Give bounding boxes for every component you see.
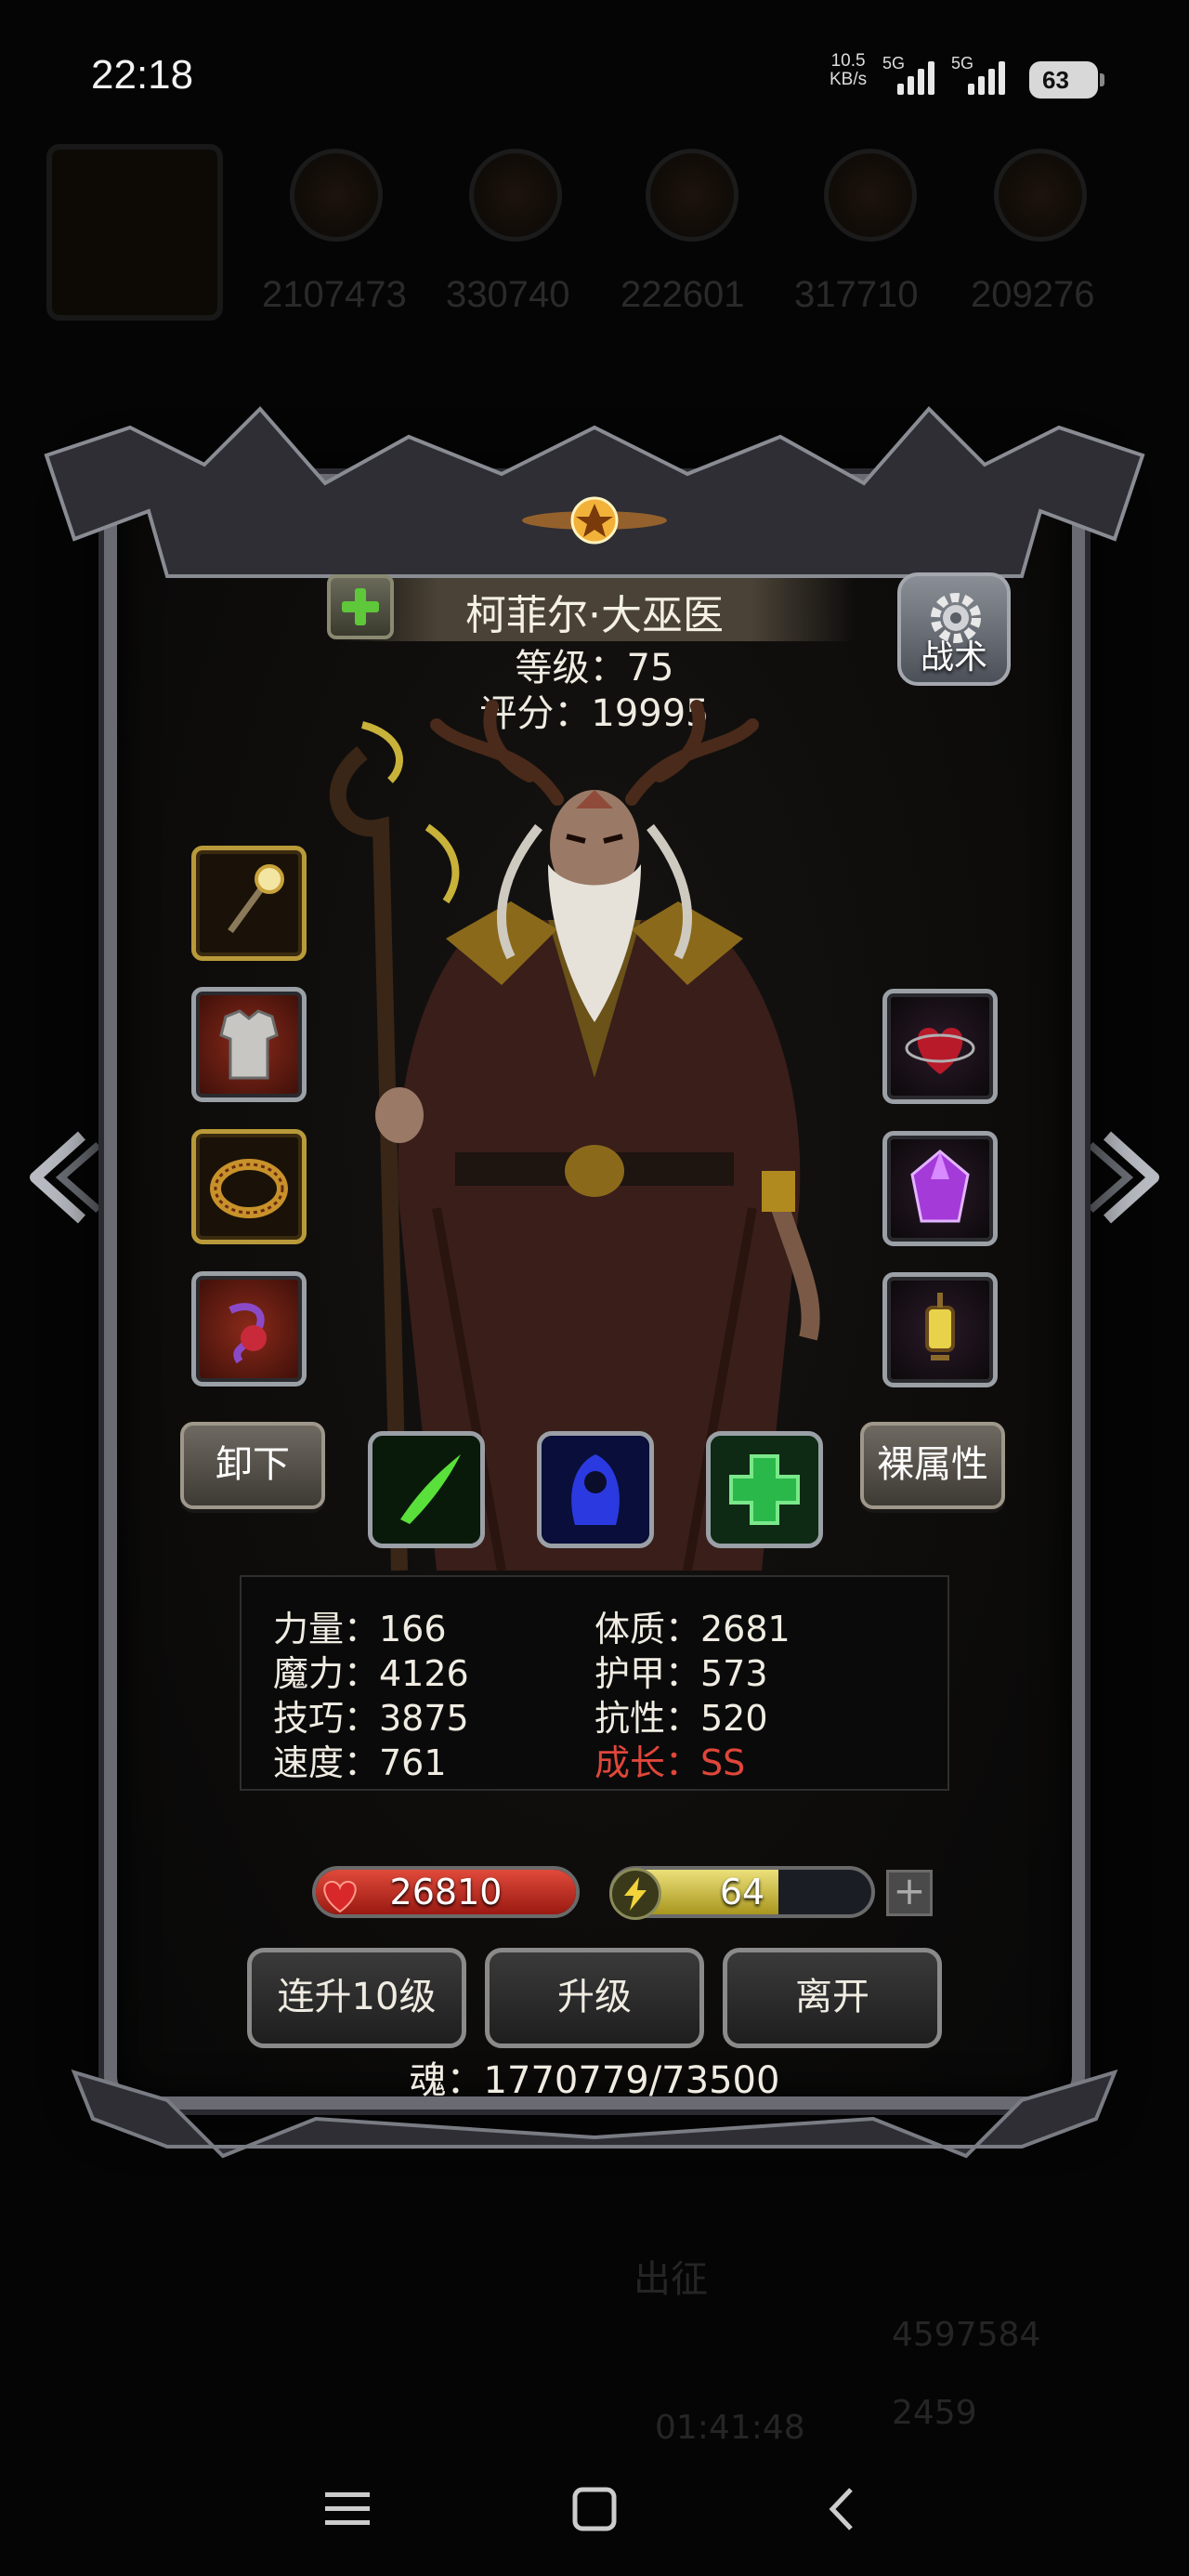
tactics-label: 战术 <box>920 638 987 677</box>
amulet-icon <box>229 1303 267 1364</box>
ring-icon <box>210 1159 288 1218</box>
menu-icon[interactable] <box>310 2472 385 2546</box>
stat-strength: 力量：166 <box>273 1609 447 1649</box>
green-slash-icon <box>372 1436 480 1544</box>
staff-icon <box>228 864 284 934</box>
heart-icon <box>314 1868 366 1920</box>
previous-hero-arrow-icon[interactable] <box>17 1126 100 1229</box>
armor-icon <box>219 1009 279 1080</box>
resource-5-icon <box>994 149 1087 242</box>
purple-crystal-icon <box>910 1150 970 1223</box>
resource-1-icon <box>290 149 383 242</box>
equipment-slot-amulet[interactable] <box>191 1271 307 1387</box>
equipment-slot-ring[interactable] <box>191 1129 307 1244</box>
lantern-icon <box>925 1293 955 1360</box>
stat-skill: 技巧：3875 <box>273 1698 469 1739</box>
skill-slot-2[interactable] <box>537 1431 654 1548</box>
stat-armor: 护甲：573 <box>594 1653 768 1694</box>
skill-slot-1[interactable] <box>368 1431 485 1548</box>
background-timer: 01:41:48 <box>655 2409 805 2447</box>
background-avatar-frame <box>46 144 223 321</box>
resource-5-value: 209276 <box>971 274 1095 315</box>
equipment-slot-crystal[interactable] <box>882 1131 998 1246</box>
hero-name: 柯菲尔·大巫医 <box>465 592 724 639</box>
equipment-slot-armor[interactable] <box>191 987 307 1102</box>
resource-3-icon <box>646 149 738 242</box>
stat-constitution: 体质：2681 <box>594 1609 790 1649</box>
background-march-label: 出征 <box>634 2258 708 2301</box>
blue-shadow-icon <box>542 1436 649 1544</box>
green-cross-icon <box>711 1436 818 1544</box>
stat-magic: 魔力：4126 <box>273 1653 469 1694</box>
resource-1-value: 2107473 <box>262 274 407 315</box>
resource-3-value: 222601 <box>621 274 745 315</box>
add-energy-button[interactable]: + <box>886 1870 933 1916</box>
level-up-button[interactable]: 升级 <box>485 1948 704 2048</box>
equipment-slot-lantern[interactable] <box>882 1272 998 1387</box>
resource-2-icon <box>469 149 562 242</box>
resource-4-icon <box>824 149 917 242</box>
stat-resistance: 抗性：520 <box>594 1698 768 1739</box>
skill-slot-3[interactable] <box>706 1431 823 1548</box>
equipment-slot-weapon[interactable] <box>191 846 307 961</box>
back-icon[interactable] <box>804 2472 879 2546</box>
emblem-icon <box>522 496 667 545</box>
soul-counter: 魂：1770779/73500 <box>409 2059 780 2102</box>
resource-2-value: 330740 <box>446 274 570 315</box>
background-gems: 2459 <box>892 2394 977 2432</box>
unequip-button[interactable]: 卸下 <box>180 1422 325 1509</box>
level-up-10-button[interactable]: 连升10级 <box>247 1948 466 2048</box>
stat-growth: 成长：SS <box>594 1742 746 1783</box>
home-icon[interactable] <box>557 2472 632 2546</box>
lightning-icon <box>609 1868 661 1920</box>
resource-4-value: 317710 <box>794 274 919 315</box>
equipment-slot-heart[interactable] <box>882 989 998 1104</box>
next-hero-arrow-icon[interactable] <box>1089 1126 1172 1229</box>
stat-speed: 速度：761 <box>273 1742 447 1783</box>
leave-button[interactable]: 离开 <box>723 1948 942 2048</box>
tactics-button[interactable]: 战术 <box>897 572 1011 686</box>
heart-gem-icon <box>905 1028 975 1074</box>
base-attributes-button[interactable]: 裸属性 <box>860 1422 1005 1509</box>
background-gold: 4597584 <box>892 2316 1041 2354</box>
